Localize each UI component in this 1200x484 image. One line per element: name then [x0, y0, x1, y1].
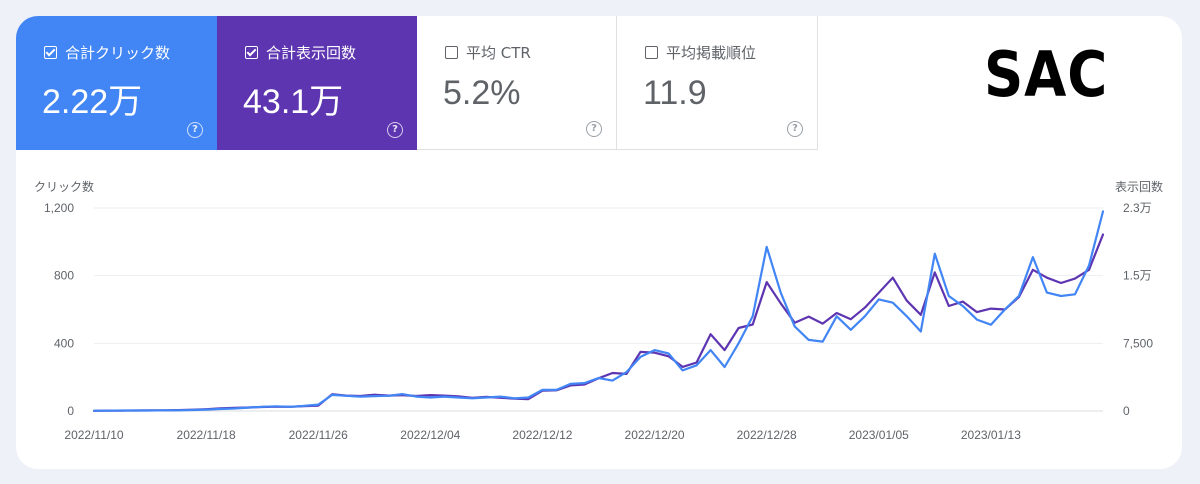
x-tick-label: 2022/12/28 — [737, 428, 797, 442]
y-tick-label-left: 1,200 — [44, 201, 74, 215]
chart-series — [92, 210, 1105, 412]
y-tick-label-right: 2.3万 — [1123, 201, 1152, 215]
y-axis-title-right: 表示回数 — [1115, 179, 1163, 194]
clicks-series-line — [92, 210, 1105, 412]
x-tick-label: 2022/11/10 — [64, 428, 123, 442]
x-tick-label: 2023/01/05 — [849, 428, 909, 442]
x-tick-label: 2022/12/12 — [512, 428, 572, 442]
impressions-series-line — [92, 233, 1105, 412]
x-tick-label: 2022/11/26 — [289, 428, 348, 442]
performance-card: 合計クリック数 2.22万 ? 合計表示回数 43.1万 ? 平均 CTR 5.… — [16, 16, 1182, 469]
y-tick-label-right: 7,500 — [1123, 336, 1153, 350]
y-tick-label-left: 0 — [67, 404, 74, 418]
chart-grid — [94, 207, 1103, 412]
x-tick-label: 2023/01/13 — [961, 428, 1021, 442]
y-tick-label-left: 400 — [54, 336, 74, 350]
performance-line-chart: 0 0 400 7,500 800 1.5万 1,200 2.3万 2022/11/10 2022… — [34, 179, 1163, 442]
y-axis-title-left: クリック数 — [34, 179, 94, 194]
y-tick-label-right: 1.5万 — [1123, 269, 1152, 283]
x-tick-label: 2022/11/18 — [177, 428, 236, 442]
chart-ticks: 0 0 400 7,500 800 1.5万 1,200 2.3万 2022/11/10 2022… — [44, 201, 1153, 442]
x-tick-label: 2022/12/20 — [625, 428, 685, 442]
y-tick-label-right: 0 — [1123, 404, 1130, 418]
x-tick-label: 2022/12/04 — [400, 428, 460, 442]
y-tick-label-left: 800 — [54, 269, 74, 283]
